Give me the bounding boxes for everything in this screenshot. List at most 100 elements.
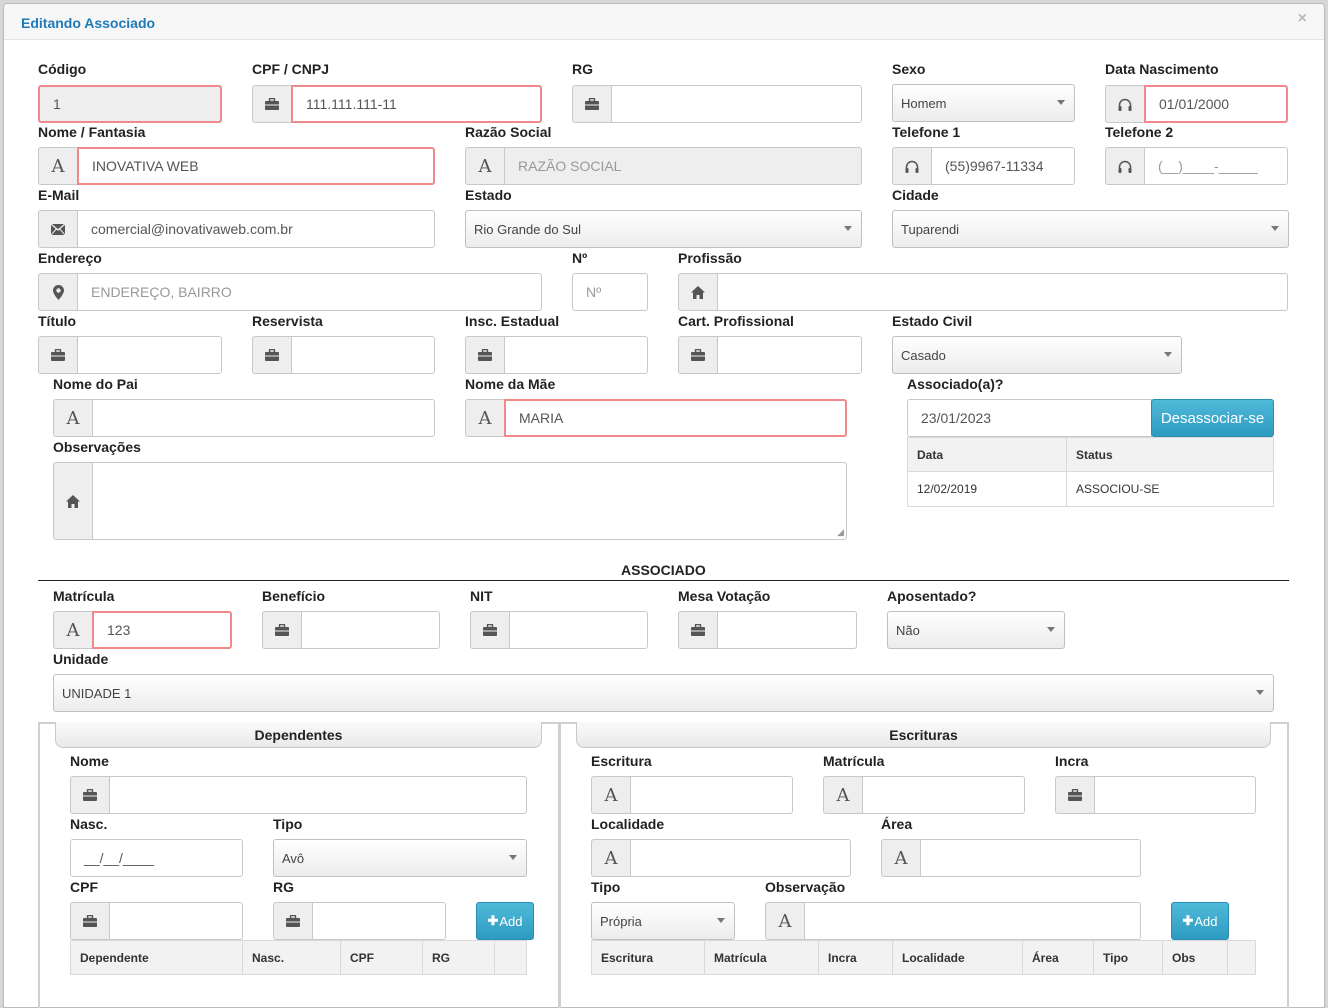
esc-escritura-input[interactable]	[630, 776, 793, 814]
dep-rg-field[interactable]	[273, 902, 446, 940]
estado-select[interactable]: Rio Grande do Sul	[465, 210, 862, 248]
codigo-input[interactable]: 1	[38, 85, 222, 123]
telefone1-input[interactable]: (55)9967-11334	[931, 147, 1075, 185]
briefcase-icon	[678, 611, 717, 649]
email-field[interactable]: comercial@inovativaweb.com.br	[38, 210, 435, 248]
observacoes-textarea[interactable]: ◢	[92, 462, 847, 540]
dep-nasc-input[interactable]: __/__/____	[70, 839, 243, 877]
esc-observacao-input[interactable]	[804, 902, 1141, 940]
cidade-select[interactable]: Tuparendi	[892, 210, 1289, 248]
sexo-select[interactable]: Homem	[892, 84, 1075, 122]
briefcase-icon	[1055, 776, 1094, 814]
esc-incra-field[interactable]	[1055, 776, 1256, 814]
matricula-input[interactable]: 123	[92, 611, 232, 649]
dep-nasc-field[interactable]: __/__/____	[70, 839, 243, 877]
dep-cpf-input[interactable]	[109, 902, 243, 940]
reservista-field[interactable]	[252, 336, 435, 374]
resize-handle-icon[interactable]: ◢	[837, 527, 844, 538]
dep-add-button[interactable]: ✚ Add	[476, 902, 534, 940]
esc-escritura-field[interactable]: A	[591, 776, 793, 814]
matricula-field[interactable]: A 123	[53, 611, 232, 649]
nascimento-field[interactable]: 01/01/2000	[1105, 85, 1288, 123]
mesa-field[interactable]	[678, 611, 857, 649]
telefone2-field[interactable]: (__)____-_____	[1105, 147, 1288, 185]
profissao-input[interactable]	[717, 273, 1288, 311]
associado-date-input[interactable]: 23/01/2023	[907, 399, 1152, 437]
dep-cpf-field[interactable]	[70, 902, 243, 940]
caret-down-icon	[1256, 690, 1264, 695]
titulo-input[interactable]	[77, 336, 222, 374]
esc-observacao-field[interactable]: A	[765, 902, 1141, 940]
telefone1-field[interactable]: (55)9967-11334	[892, 147, 1075, 185]
razao-input[interactable]: RAZÃO SOCIAL	[504, 147, 862, 185]
mesa-input[interactable]	[717, 611, 857, 649]
rg-field[interactable]	[572, 85, 862, 123]
profissao-label: Profissão	[678, 250, 742, 266]
esc-tipo-select[interactable]: Própria	[591, 902, 735, 940]
desassociar-button[interactable]: Desassociar-se	[1151, 399, 1274, 437]
escrituras-table: Escritura Matrícula Incra Localidade Áre…	[591, 940, 1256, 975]
esc-area-input[interactable]	[920, 839, 1141, 877]
endereco-field[interactable]: ENDEREÇO, BAIRRO	[38, 273, 542, 311]
cart-profissional-input[interactable]	[717, 336, 862, 374]
nome-field[interactable]: A INOVATIVA WEB	[38, 147, 435, 185]
esc-localidade-input[interactable]	[630, 839, 851, 877]
cart-profissional-field[interactable]	[678, 336, 862, 374]
dep-cpf-label: CPF	[70, 879, 98, 895]
dep-nome-field[interactable]	[70, 776, 527, 814]
caret-down-icon	[1047, 627, 1055, 632]
codigo-field[interactable]: 1	[38, 85, 222, 123]
cpf-field[interactable]: 111.111.111-11	[252, 85, 542, 123]
telefone2-input[interactable]: (__)____-_____	[1144, 147, 1288, 185]
estado-civil-label: Estado Civil	[892, 313, 973, 329]
observacoes-field[interactable]: ◢	[53, 462, 847, 540]
nit-input[interactable]	[509, 611, 648, 649]
beneficio-field[interactable]	[262, 611, 440, 649]
nome-pai-field[interactable]: A	[53, 399, 435, 437]
endereco-input[interactable]: ENDEREÇO, BAIRRO	[77, 273, 542, 311]
nome-input[interactable]: INOVATIVA WEB	[77, 147, 435, 185]
insc-estadual-input[interactable]	[504, 336, 648, 374]
nome-mae-field[interactable]: A MARIA	[465, 399, 847, 437]
numero-field[interactable]: Nº	[572, 273, 648, 311]
numero-input[interactable]: Nº	[572, 273, 648, 311]
insc-estadual-field[interactable]	[465, 336, 648, 374]
headphones-icon	[1105, 147, 1144, 185]
esc-matricula-field[interactable]: A	[823, 776, 1025, 814]
aposentado-select[interactable]: Não	[887, 611, 1065, 649]
razao-field[interactable]: A RAZÃO SOCIAL	[465, 147, 862, 185]
dep-rg-input[interactable]	[312, 902, 446, 940]
dep-nome-label: Nome	[70, 753, 109, 769]
associado-date-field[interactable]: 23/01/2023	[907, 399, 1152, 437]
titulo-field[interactable]	[38, 336, 222, 374]
briefcase-icon	[470, 611, 509, 649]
matricula-label: Matrícula	[53, 588, 115, 604]
email-input[interactable]: comercial@inovativaweb.com.br	[77, 210, 435, 248]
esc-localidade-field[interactable]: A	[591, 839, 851, 877]
beneficio-input[interactable]	[301, 611, 440, 649]
nit-field[interactable]	[470, 611, 648, 649]
esc-area-field[interactable]: A	[881, 839, 1141, 877]
cidade-value: Tuparendi	[901, 221, 960, 237]
dep-tipo-select[interactable]: Avô	[273, 839, 527, 877]
esc-add-button[interactable]: ✚ Add	[1171, 902, 1229, 940]
nome-mae-input[interactable]: MARIA	[504, 399, 847, 437]
cpf-label: CPF / CNPJ	[252, 61, 330, 77]
reservista-input[interactable]	[291, 336, 435, 374]
unidade-select[interactable]: UNIDADE 1	[53, 674, 1274, 712]
cpf-input[interactable]: 111.111.111-11	[291, 85, 542, 123]
esc-matricula-input[interactable]	[862, 776, 1025, 814]
close-icon[interactable]: ×	[1298, 10, 1307, 28]
section-divider	[38, 580, 1289, 581]
esc-incra-input[interactable]	[1094, 776, 1256, 814]
dep-nome-input[interactable]	[109, 776, 527, 814]
nascimento-input[interactable]: 01/01/2000	[1144, 85, 1288, 123]
associado-label: Associado(a)?	[907, 376, 1004, 392]
nome-mae-label: Nome da Mãe	[465, 376, 556, 392]
cidade-label: Cidade	[892, 187, 939, 203]
profissao-field[interactable]	[678, 273, 1288, 311]
nome-pai-input[interactable]	[92, 399, 435, 437]
rg-input[interactable]	[611, 85, 862, 123]
estado-civil-select[interactable]: Casado	[892, 336, 1182, 374]
table-header: Nasc.	[242, 940, 341, 975]
